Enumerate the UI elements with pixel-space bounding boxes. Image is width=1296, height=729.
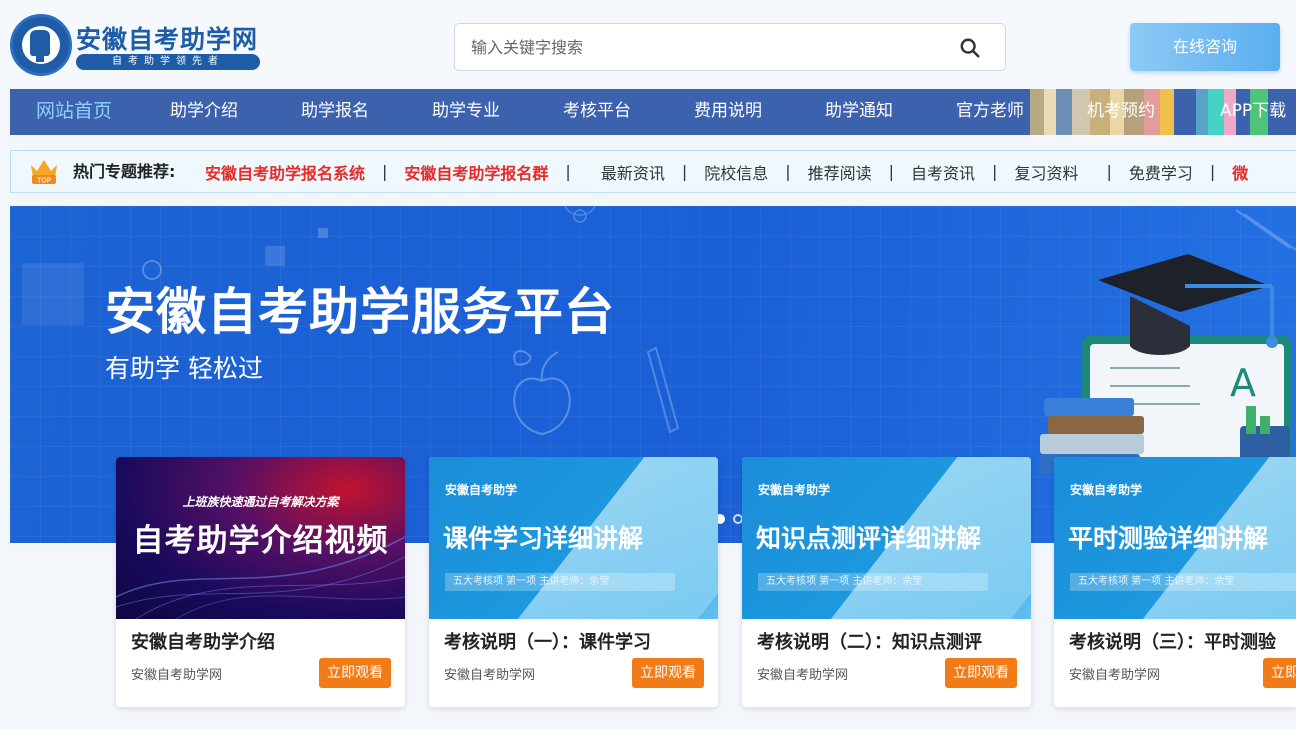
thumb-kicker: 安徽自考助学 — [445, 483, 518, 497]
separator: | — [382, 162, 388, 181]
card-source: 安徽自考助学网 — [757, 668, 849, 683]
hot-link-latest-news[interactable]: 最新资讯 — [601, 160, 665, 184]
card-source: 安徽自考助学网 — [1069, 668, 1161, 683]
search-icon[interactable] — [959, 37, 981, 59]
logo-emblem-icon[interactable] — [10, 14, 72, 76]
nav-item-majors[interactable]: 助学专业 — [432, 89, 500, 135]
banner-subtitle: 有助学 轻松过 — [105, 354, 263, 383]
watch-now-button[interactable]: 立即观看 — [319, 658, 391, 688]
nav-item-assessment[interactable]: 考核平台 — [563, 89, 631, 135]
brand-title[interactable]: 安徽自考助学网 — [76, 20, 258, 56]
watch-now-button[interactable]: 立即观看 — [945, 658, 1017, 688]
main-nav: 网站首页 助学介绍 助学报名 助学专业 考核平台 费用说明 助学通知 官方老师 … — [10, 89, 1296, 135]
course-card-quiz[interactable]: 安徽自考助学 平时测验详细讲解 五大考核项 第一项 主讲老师：余莹 考核说明（三… — [1054, 457, 1296, 707]
top-badge-text: TOP — [36, 177, 51, 185]
hot-topics-links: 安徽自考助学报名系统 | 安徽自考助学报名群 | 最新资讯 | 院校信息 | 推… — [205, 151, 1248, 192]
thumb-tagline: 五大考核项 第一项 主讲老师：余莹 — [445, 573, 675, 591]
separator: | — [1209, 162, 1216, 181]
thumb-caption: 上班族快速通过自考解决方案 — [182, 495, 339, 509]
separator: | — [681, 162, 688, 181]
hot-topics-bar: TOP 热门专题推荐: 安徽自考助学报名系统 | 安徽自考助学报名群 | 最新资… — [10, 150, 1296, 193]
crown-icon: TOP — [31, 160, 57, 185]
thumb-tagline: 五大考核项 第一项 主讲老师：余莹 — [758, 573, 988, 591]
nav-item-signup[interactable]: 助学报名 — [301, 89, 369, 135]
hot-link-wechat[interactable]: 微 — [1232, 160, 1248, 184]
site-header: 安徽自考助学网 自考助学领先者 在线咨询 — [0, 0, 1296, 89]
thumb-kicker: 安徽自考助学 — [758, 483, 831, 497]
nav-item-app-download[interactable]: APP下载 — [1220, 89, 1286, 135]
hot-link-exam-news[interactable]: 自考资讯 — [911, 160, 975, 184]
thumb-headline: 课件学习详细讲解 — [443, 524, 644, 553]
separator: | — [785, 162, 791, 181]
card-thumbnail[interactable]: 上班族快速通过自考解决方案 自考助学介绍视频 — [116, 457, 405, 619]
online-consult-button[interactable]: 在线咨询 — [1130, 23, 1280, 71]
nav-item-notices[interactable]: 助学通知 — [825, 89, 893, 135]
hot-link-recommended[interactable]: 推荐阅读 — [808, 160, 872, 184]
hot-link-review-materials[interactable]: 复习资料 — [1014, 160, 1078, 184]
thumb-headline: 平时测验详细讲解 — [1068, 524, 1269, 553]
nav-item-exam-booking[interactable]: 机考预约 — [1087, 89, 1155, 135]
thumb-kicker: 安徽自考助学 — [1070, 483, 1143, 497]
thumb-headline: 自考助学介绍视频 — [132, 523, 389, 559]
card-thumbnail[interactable]: 安徽自考助学 课件学习详细讲解 五大考核项 第一项 主讲老师：余莹 — [429, 457, 718, 619]
separator: | — [1106, 162, 1112, 181]
brand-slogan: 自考助学领先者 — [76, 54, 260, 70]
separator: | — [992, 162, 998, 181]
separator: | — [565, 162, 571, 181]
separator: | — [888, 162, 895, 181]
banner-title: 安徽自考助学服务平台 — [105, 283, 615, 341]
course-card-courseware[interactable]: 安徽自考助学 课件学习详细讲解 五大考核项 第一项 主讲老师：余莹 考核说明（一… — [429, 457, 718, 707]
card-thumbnail[interactable]: 安徽自考助学 平时测验详细讲解 五大考核项 第一项 主讲老师：余莹 — [1054, 457, 1296, 619]
svg-text:A: A — [1230, 361, 1256, 405]
course-card-intro-video[interactable]: 上班族快速通过自考解决方案 自考助学介绍视频 安徽自考助学介绍 安徽自考助学网 … — [116, 457, 405, 707]
nav-item-home[interactable]: 网站首页 — [36, 89, 112, 135]
hot-link-signup-group[interactable]: 安徽自考助学报名群 — [404, 160, 548, 184]
hot-link-free-study[interactable]: 免费学习 — [1129, 160, 1193, 184]
card-title[interactable]: 考核说明（二）：知识点测评 — [757, 628, 982, 654]
thumb-tagline: 五大考核项 第一项 主讲老师：余莹 — [1070, 573, 1296, 591]
apple-icon — [513, 349, 571, 436]
course-card-knowledge-test[interactable]: 安徽自考助学 知识点测评详细讲解 五大考核项 第一项 主讲老师：余莹 考核说明（… — [742, 457, 1031, 707]
watch-now-button[interactable]: 立即观看 — [632, 658, 704, 688]
card-title[interactable]: 考核说明（一）：课件学习 — [444, 628, 651, 654]
card-source: 安徽自考助学网 — [444, 668, 536, 683]
hot-topics-label: 热门专题推荐: — [73, 162, 176, 181]
card-title[interactable]: 安徽自考助学介绍 — [131, 628, 275, 654]
card-source: 安徽自考助学网 — [131, 668, 223, 683]
swirl-decoration — [564, 206, 596, 223]
hot-link-school-info[interactable]: 院校信息 — [704, 160, 768, 184]
hot-link-signup-system[interactable]: 安徽自考助学报名系统 — [205, 160, 365, 184]
card-thumbnail[interactable]: 安徽自考助学 知识点测评详细讲解 五大考核项 第一项 主讲老师：余莹 — [742, 457, 1031, 619]
carousel-dots — [715, 514, 743, 524]
nav-item-fees[interactable]: 费用说明 — [694, 89, 762, 135]
nav-item-intro[interactable]: 助学介绍 — [170, 89, 238, 135]
watch-now-button[interactable]: 立即观看 — [1263, 658, 1296, 688]
search-box — [454, 23, 1006, 71]
search-input[interactable] — [471, 24, 941, 70]
thumb-headline: 知识点测评详细讲解 — [756, 524, 982, 553]
card-title[interactable]: 考核说明（三）：平时测验 — [1069, 628, 1276, 654]
nav-item-teachers[interactable]: 官方老师 — [956, 89, 1024, 135]
